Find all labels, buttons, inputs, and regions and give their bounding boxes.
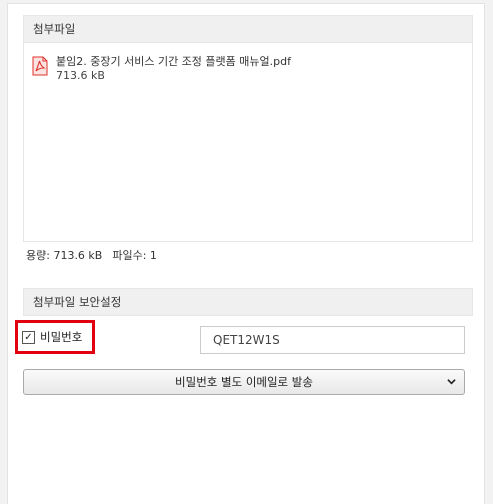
file-count: 파일수: 1 xyxy=(112,249,157,262)
send-method-value: 비밀번호 별도 이메일로 발송 xyxy=(175,375,313,389)
chevron-down-icon xyxy=(447,379,456,385)
attachment-panel: 첨부파일 붙임2. 중장기 서비스 기간 조정 플랫폼 매뉴얼.pdf 713.… xyxy=(7,3,485,504)
send-method-select[interactable]: 비밀번호 별도 이메일로 발송 xyxy=(23,369,465,395)
password-checkbox-highlight[interactable]: ✓ 비밀번호 xyxy=(15,320,95,354)
password-input[interactable] xyxy=(200,326,465,354)
file-item[interactable]: 붙임2. 중장기 서비스 기간 조정 플랫폼 매뉴얼.pdf 713.6 kB xyxy=(32,55,291,83)
security-header: 첨부파일 보안설정 xyxy=(23,288,473,316)
password-checkbox-label: 비밀번호 xyxy=(40,330,83,344)
file-size: 713.6 kB xyxy=(56,69,105,82)
attachment-summary: 용량: 713.6 kB 파일수: 1 xyxy=(26,247,157,263)
attachment-list: 붙임2. 중장기 서비스 기간 조정 플랫폼 매뉴얼.pdf 713.6 kB xyxy=(23,43,473,242)
pdf-icon xyxy=(32,56,48,76)
file-name[interactable]: 붙임2. 중장기 서비스 기간 조정 플랫폼 매뉴얼.pdf xyxy=(56,55,291,69)
password-checkbox[interactable]: ✓ xyxy=(22,330,35,344)
attachments-header: 첨부파일 xyxy=(23,15,473,43)
total-size: 용량: 713.6 kB xyxy=(26,249,103,262)
